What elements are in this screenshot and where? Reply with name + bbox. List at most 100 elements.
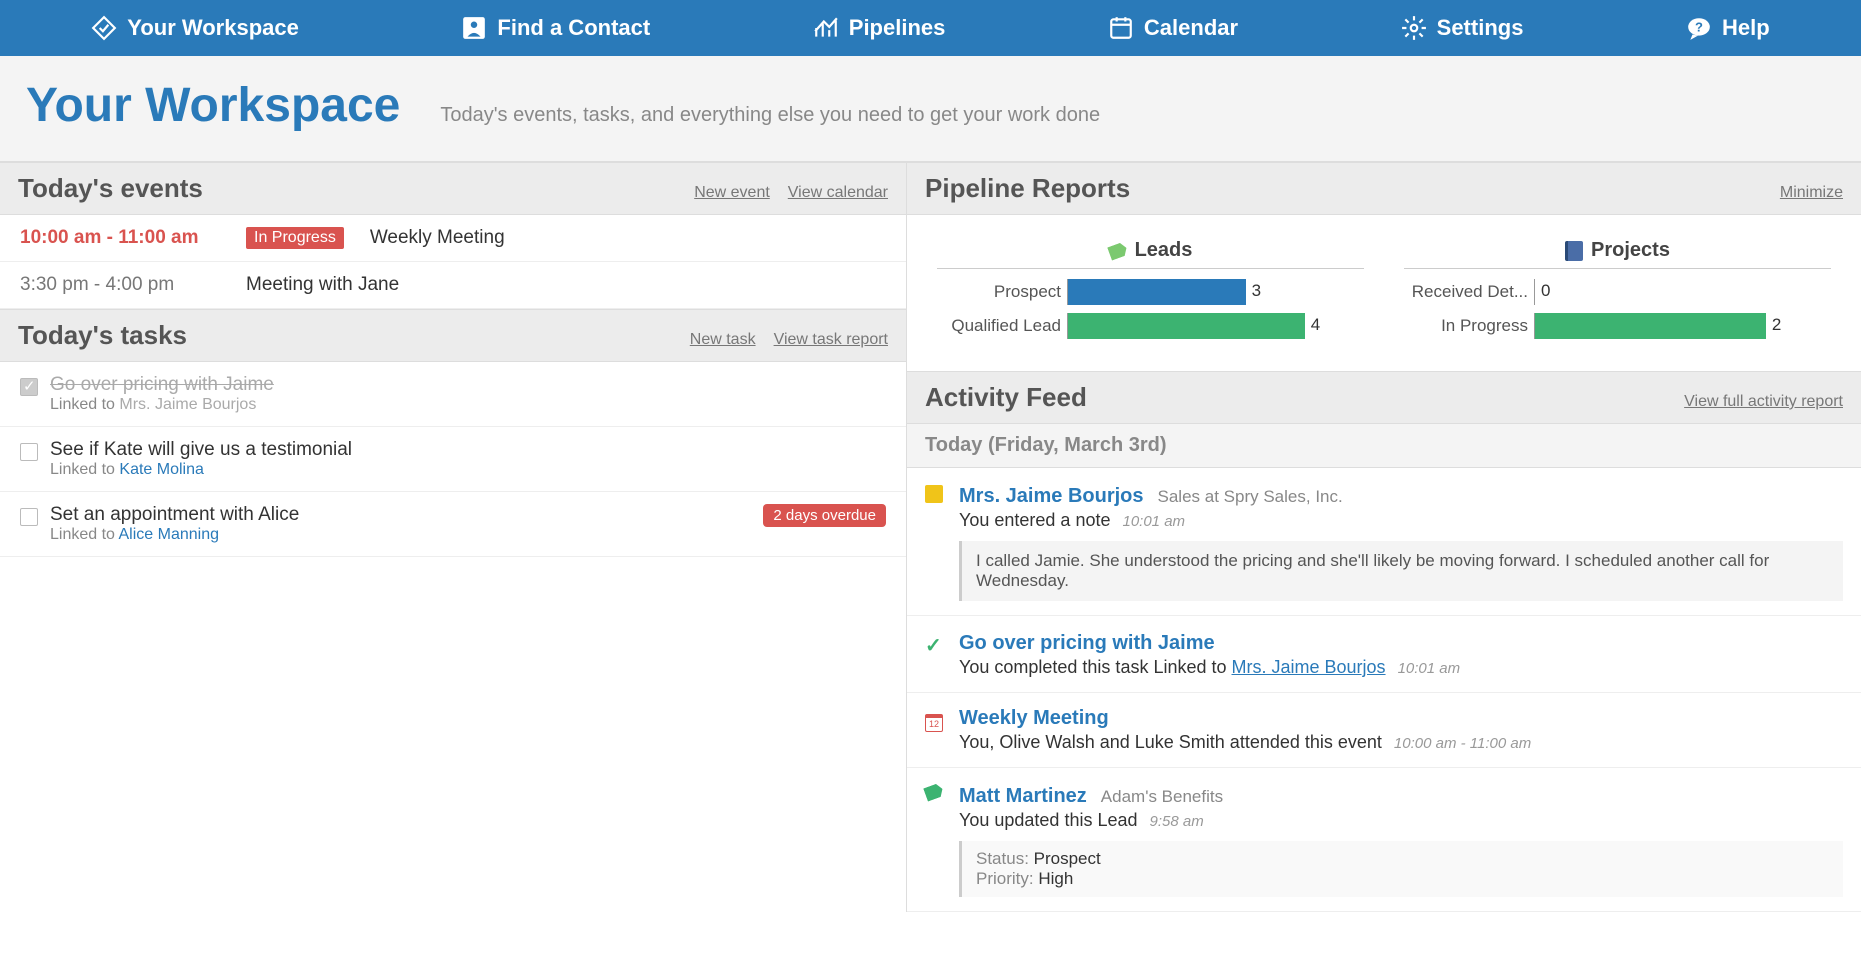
task-checkbox[interactable] [20,508,38,526]
task-title: Go over pricing with Jaime [50,374,886,396]
activity-note: I called Jamie. She understood the prici… [959,541,1843,601]
task-linked-contact[interactable]: Alice Manning [119,526,220,543]
activity-item-name[interactable]: Mrs. Jaime Bourjos [959,485,1144,508]
gear-icon [1401,15,1427,41]
task-linked: Linked to Mrs. Jaime Bourjos [50,396,886,414]
pipeline-bar: 3 [1067,279,1364,305]
view-calendar-link[interactable]: View calendar [788,184,888,202]
pipeline-bar: 2 [1534,313,1831,339]
task-checkbox[interactable] [20,378,38,396]
task-title: Set an appointment with Alice [50,504,886,526]
new-event-link[interactable]: New event [694,184,770,202]
pipeline-bar: 0 [1534,279,1831,305]
lead-icon [925,785,945,805]
tasks-header: Today's tasks New task View task report [0,309,906,362]
activity-item-desc: You entered a note10:01 am [959,510,1843,531]
task-linked: Linked to Alice Manning [50,526,886,544]
view-activity-report-link[interactable]: View full activity report [1684,393,1843,411]
task-linked: Linked to Kate Molina [50,461,886,479]
nav-pipelines-label: Pipelines [849,15,946,41]
pipeline-row-label: In Progress [1404,316,1534,336]
nav-find-contact-label: Find a Contact [497,15,650,41]
pipeline-header: Pipeline Reports Minimize [907,162,1861,215]
pipeline-block-heading[interactable]: Leads [937,239,1364,269]
pipeline-block: Leads Prospect 3 Qualified Lead 4 [937,239,1364,347]
svg-text:?: ? [1695,19,1703,34]
pipeline-row-value: 4 [1311,315,1320,335]
activity-item[interactable]: 12 Weekly MeetingYou, Olive Walsh and Luk… [907,693,1861,768]
task-row[interactable]: Set an appointment with AliceLinked to A… [0,492,906,557]
activity-item-time: 10:01 am [1398,660,1461,677]
projects-icon [1565,241,1583,261]
event-time: 10:00 am - 11:00 am [20,227,220,249]
activity-item-meta: Sales at Spry Sales, Inc. [1158,487,1343,507]
view-task-report-link[interactable]: View task report [774,331,888,349]
workspace-icon [91,15,117,41]
pipelines-icon [813,15,839,41]
activity-date-heading: Today (Friday, March 3rd) [907,424,1861,468]
calendar-icon [1108,15,1134,41]
task-row[interactable]: Go over pricing with JaimeLinked to Mrs.… [0,362,906,427]
minimize-link[interactable]: Minimize [1780,184,1843,202]
page-title: Your Workspace [26,78,400,133]
activity-item[interactable]: Mrs. Jaime Bourjos Sales at Spry Sales, I… [907,468,1861,616]
nav-workspace[interactable]: Your Workspace [91,15,299,41]
page-subtitle: Today's events, tasks, and everything el… [440,104,1100,127]
help-icon: ? [1686,15,1712,41]
activity-item-meta: Adam's Benefits [1101,787,1223,807]
activity-item[interactable]: ✓Go over pricing with JaimeYou completed… [907,616,1861,693]
pipeline-row-label: Prospect [937,282,1067,302]
nav-calendar-label: Calendar [1144,15,1238,41]
page-header: Your Workspace Today's events, tasks, an… [0,56,1861,162]
activity-item-time: 10:00 am - 11:00 am [1394,735,1531,752]
activity-item-name[interactable]: Weekly Meeting [959,707,1109,730]
nav-find-contact[interactable]: Find a Contact [461,15,650,41]
nav-help-label: Help [1722,15,1770,41]
nav-help[interactable]: ? Help [1686,15,1770,41]
event-title: Meeting with Jane [246,274,399,296]
activity-item-name[interactable]: Go over pricing with Jaime [959,632,1215,655]
pipeline-bar: 4 [1067,313,1364,339]
calendar-small-icon: 12 [925,714,945,734]
pipeline-row-value: 2 [1772,315,1781,335]
check-icon: ✓ [925,633,945,653]
task-checkbox[interactable] [20,443,38,461]
pipeline-row[interactable]: In Progress 2 [1404,313,1831,339]
new-task-link[interactable]: New task [690,331,756,349]
activity-item-time: 10:01 am [1122,513,1185,530]
nav-workspace-label: Your Workspace [127,15,299,41]
event-time: 3:30 pm - 4:00 pm [20,274,220,296]
nav-calendar[interactable]: Calendar [1108,15,1238,41]
pipeline-row[interactable]: Qualified Lead 4 [937,313,1364,339]
task-row[interactable]: See if Kate will give us a testimonialLi… [0,427,906,492]
nav-pipelines[interactable]: Pipelines [813,15,946,41]
nav-settings[interactable]: Settings [1401,15,1524,41]
events-title: Today's events [18,173,203,204]
tasks-title: Today's tasks [18,320,187,351]
event-row[interactable]: 3:30 pm - 4:00 pm Meeting with Jane [0,262,906,309]
activity-item[interactable]: Matt Martinez Adam's Benefits You updated … [907,768,1861,912]
pipeline-block-heading[interactable]: Projects [1404,239,1831,269]
contact-icon [461,15,487,41]
activity-item-desc: You, Olive Walsh and Luke Smith attended… [959,732,1843,753]
pipeline-row-label: Qualified Lead [937,316,1067,336]
task-title: See if Kate will give us a testimonial [50,439,886,461]
pipeline-title: Pipeline Reports [925,173,1130,204]
overdue-badge: 2 days overdue [763,504,886,527]
pipeline-row[interactable]: Received Det...0 [1404,279,1831,305]
event-row[interactable]: 10:00 am - 11:00 amIn ProgressWeekly Mee… [0,215,906,262]
task-linked-contact[interactable]: Kate Molina [119,461,204,478]
pipeline-row-value: 3 [1252,281,1261,301]
activity-item-desc: You updated this Lead9:58 am [959,810,1843,831]
activity-desc-link[interactable]: Mrs. Jaime Bourjos [1232,657,1386,677]
pipeline-row[interactable]: Prospect 3 [937,279,1364,305]
in-progress-badge: In Progress [246,227,344,249]
pipeline-row-value: 0 [1541,281,1550,301]
top-nav: Your Workspace Find a Contact Pipelines … [0,0,1861,56]
activity-item-name[interactable]: Matt Martinez [959,785,1087,808]
nav-settings-label: Settings [1437,15,1524,41]
leads-icon [1109,244,1127,258]
pipeline-block: Projects Received Det...0 In Progress 2 [1404,239,1831,347]
note-icon [925,485,945,505]
task-linked-contact: Mrs. Jaime Bourjos [119,396,256,413]
